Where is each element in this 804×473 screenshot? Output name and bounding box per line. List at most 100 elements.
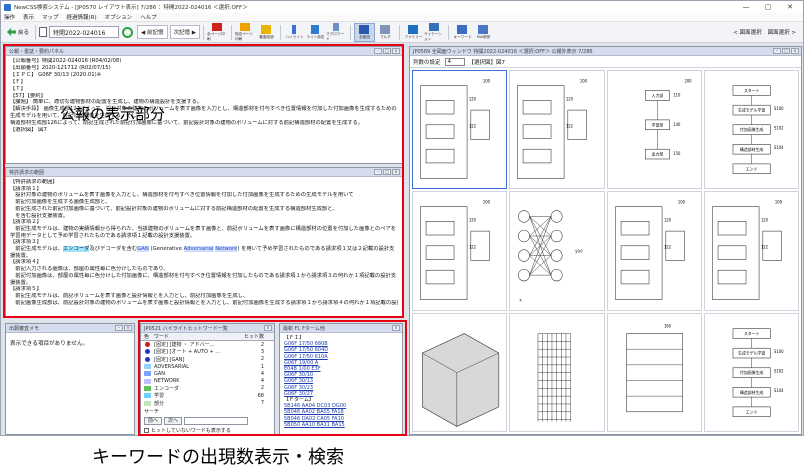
- keyword-row[interactable]: [固定] [オート + AUTO + ... 3: [141, 348, 274, 355]
- panel-maximize-button[interactable]: □: [383, 48, 391, 54]
- drawing-thumbnail[interactable]: 100 120 122: [509, 70, 605, 190]
- full-drawing-button[interactable]: 全面図: [353, 22, 375, 42]
- panel-maximize-button[interactable]: □: [782, 48, 790, 54]
- menu-help[interactable]: ヘルプ: [140, 13, 157, 21]
- minimize-button[interactable]: —: [735, 1, 757, 13]
- panel-close-button[interactable]: ×: [791, 48, 799, 54]
- drawing-thumbnail[interactable]: 100 120 122: [412, 191, 508, 311]
- toolbar-separator: [202, 24, 204, 40]
- drawing-figure: [537, 332, 572, 422]
- keyword-row[interactable]: 学習 68: [141, 392, 274, 399]
- claims-line-highlighted: 前記生成モデルは、エンコーダ及びデコーダを含むGAN (Generative A…: [10, 246, 395, 259]
- prev-memory-button[interactable]: ◀ 前記憶: [137, 25, 168, 39]
- macro-word-button[interactable]: マクロワード: [326, 22, 347, 42]
- drawing-figure: スタート生成モデル学習付加画像生成構造部材生成エンド S100 S102 S104: [732, 328, 784, 417]
- diagram-box: [717, 221, 747, 236]
- drawing-thumbnail[interactable]: 100 120 122: [606, 191, 702, 311]
- search-input[interactable]: [184, 416, 249, 425]
- panel-minimize-button[interactable]: –: [773, 48, 781, 54]
- panel-close-button[interactable]: ×: [392, 325, 400, 331]
- highlight-button[interactable]: ハイライト: [284, 23, 305, 42]
- drawing-thumbnail[interactable]: 100 120 122: [703, 191, 799, 311]
- panel-minimize-button[interactable]: –: [374, 48, 382, 54]
- keyword-count: 2: [260, 385, 264, 392]
- menu-history[interactable]: 経過情報(R): [67, 13, 97, 21]
- keyword-row[interactable]: NETWORK 4: [141, 377, 274, 384]
- keyword-row[interactable]: 部分 7: [141, 399, 274, 407]
- next-drawing-button[interactable]: 図面選択 >: [765, 25, 799, 39]
- drawing-figure: 入力部学習部出力部 110 140 150 200: [644, 79, 692, 160]
- color-swatch: [144, 393, 151, 399]
- claims-line: 前記付加画像を生成する画像生成部と、: [10, 199, 111, 206]
- keyword-text: NETWORK: [154, 378, 180, 385]
- panel-maximize-button[interactable]: □: [383, 169, 391, 175]
- panel-minimize-button[interactable]: –: [374, 169, 382, 175]
- columns-select[interactable]: 4: [444, 57, 465, 66]
- color-swatch: [144, 378, 151, 384]
- figure-number-label: 122: [469, 124, 477, 129]
- maximize-button[interactable]: ▢: [757, 1, 779, 13]
- claims-line: 前記生成された前記付加画像に基づいて、前記設計対象の建物のボリュームに対する前記…: [10, 205, 338, 212]
- figure-number-label: S104: [774, 388, 784, 393]
- exam-history-button[interactable]: 審査経過: [256, 23, 277, 42]
- document-icon: [39, 27, 48, 37]
- diagram-label: 入力部: [651, 92, 663, 98]
- diagram-box: [625, 332, 683, 412]
- keyword-text: エンコーダ: [154, 385, 180, 392]
- figure-number-label: 122: [761, 245, 769, 250]
- drawing-thumbnail[interactable]: 160: [606, 312, 702, 432]
- claims-line: 【請求項５】: [10, 286, 42, 293]
- next-hit-button[interactable]: 次へ: [164, 416, 183, 425]
- diagram-label: 構造部材生成: [740, 388, 763, 394]
- print-page-button[interactable]: 指定ページ印刷: [235, 22, 256, 42]
- keyword-row[interactable]: ADVERSARIAL 1: [141, 363, 274, 370]
- keyword-row[interactable]: [固定] [GAN] 2: [141, 356, 274, 363]
- diagram-box: [425, 148, 455, 164]
- claims-line: 【請求項２】: [10, 219, 42, 226]
- drawing-thumbnail[interactable]: y(x) x: [509, 191, 605, 311]
- keyword-table-header: 色 ワード ヒット数: [141, 333, 274, 341]
- prev-drawing-button[interactable]: < 図面選択: [730, 25, 764, 39]
- keyword-button[interactable]: キーワード: [452, 23, 473, 42]
- panel-minimize-button[interactable]: –: [115, 325, 123, 331]
- keyword-text: [固定] [建物 ・ アドバー...: [154, 342, 215, 349]
- drawing-thumbnail[interactable]: 入力部 学習部 出力部 110 140 150 200: [606, 70, 702, 190]
- print-all-button[interactable]: 全ページ印刷: [207, 22, 228, 42]
- back-arrow-icon: [7, 28, 16, 36]
- no-hit-option[interactable]: ヒットしていないワードも表示する: [141, 426, 274, 434]
- patent-number-input[interactable]: 特開2022-024016: [49, 26, 120, 38]
- family-icon: [408, 24, 419, 34]
- keyword-row[interactable]: エンコーダ 2: [141, 385, 274, 392]
- panel-close-button[interactable]: ×: [392, 48, 400, 54]
- close-button[interactable]: ✕: [779, 1, 801, 13]
- prev-hit-button[interactable]: 前へ: [144, 416, 163, 425]
- back-button[interactable]: 戻る: [4, 25, 32, 39]
- family-button[interactable]: ファミリー: [403, 23, 424, 42]
- panel-close-button[interactable]: ×: [392, 169, 400, 175]
- menu-options[interactable]: オプション: [105, 13, 133, 21]
- fterm-code-link[interactable]: 5B050 AA10 BA11 BA15: [284, 422, 398, 428]
- keyword-row[interactable]: [固定] [建物 ・ アドバー... 2: [141, 341, 274, 348]
- no-hit-checkbox[interactable]: [144, 427, 149, 433]
- menu-map[interactable]: マップ: [42, 13, 59, 21]
- panel-close-button[interactable]: ×: [264, 325, 272, 331]
- keyword-table: [固定] [建物 ・ アドバー... 2 [固定] [オート + AUTO + ..…: [141, 341, 274, 407]
- multi-view-button[interactable]: マルチ: [375, 23, 396, 42]
- drawing-thumbnail[interactable]: [412, 312, 508, 432]
- kw-reference-button[interactable]: KW参照: [473, 23, 494, 42]
- go-icon[interactable]: [122, 26, 134, 38]
- drawing-figure: [421, 332, 500, 427]
- highlight-settings-button[interactable]: ライト設定: [305, 23, 326, 42]
- menu-operation[interactable]: 操作: [4, 13, 15, 21]
- drawing-thumbnail[interactable]: スタート 生成モデル学習 付加画像生成 構造部材生成 エンド S100 S102 S104: [703, 70, 799, 190]
- diagram-label: 付加画像生成: [740, 126, 763, 132]
- drawing-thumbnail[interactable]: スタート 生成モデル学習 付加画像生成 構造部材生成 エンド S100 S102 S104: [703, 312, 799, 432]
- panel-close-button[interactable]: ×: [124, 325, 132, 331]
- next-memory-button[interactable]: 次記憶 ▶: [169, 25, 200, 39]
- menu-view[interactable]: 表示: [23, 13, 34, 21]
- drawing-thumbnail[interactable]: [509, 312, 605, 432]
- keyword-row[interactable]: GAN 4: [141, 370, 274, 377]
- citation-button[interactable]: サイテーション: [424, 22, 445, 42]
- drawing-thumbnail[interactable]: 100 120 122: [412, 70, 508, 190]
- figure-number-label: 122: [566, 124, 574, 129]
